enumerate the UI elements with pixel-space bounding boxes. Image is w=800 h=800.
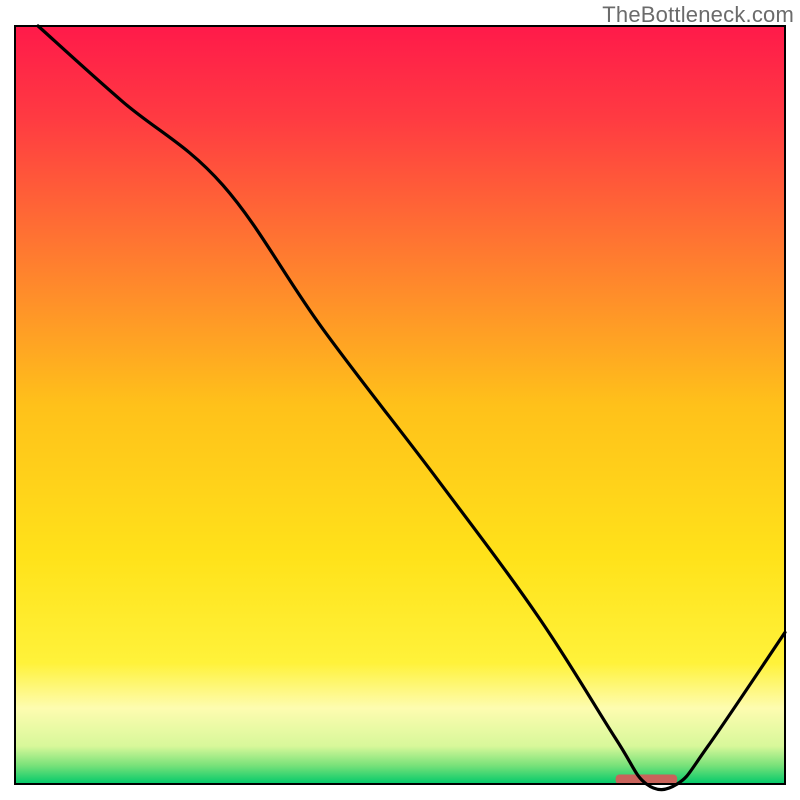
plot-border [15,26,785,784]
chart-overlay [0,0,800,800]
chart-curve [38,26,785,790]
chart-canvas: TheBottleneck.com [0,0,800,800]
watermark-text: TheBottleneck.com [602,2,794,28]
